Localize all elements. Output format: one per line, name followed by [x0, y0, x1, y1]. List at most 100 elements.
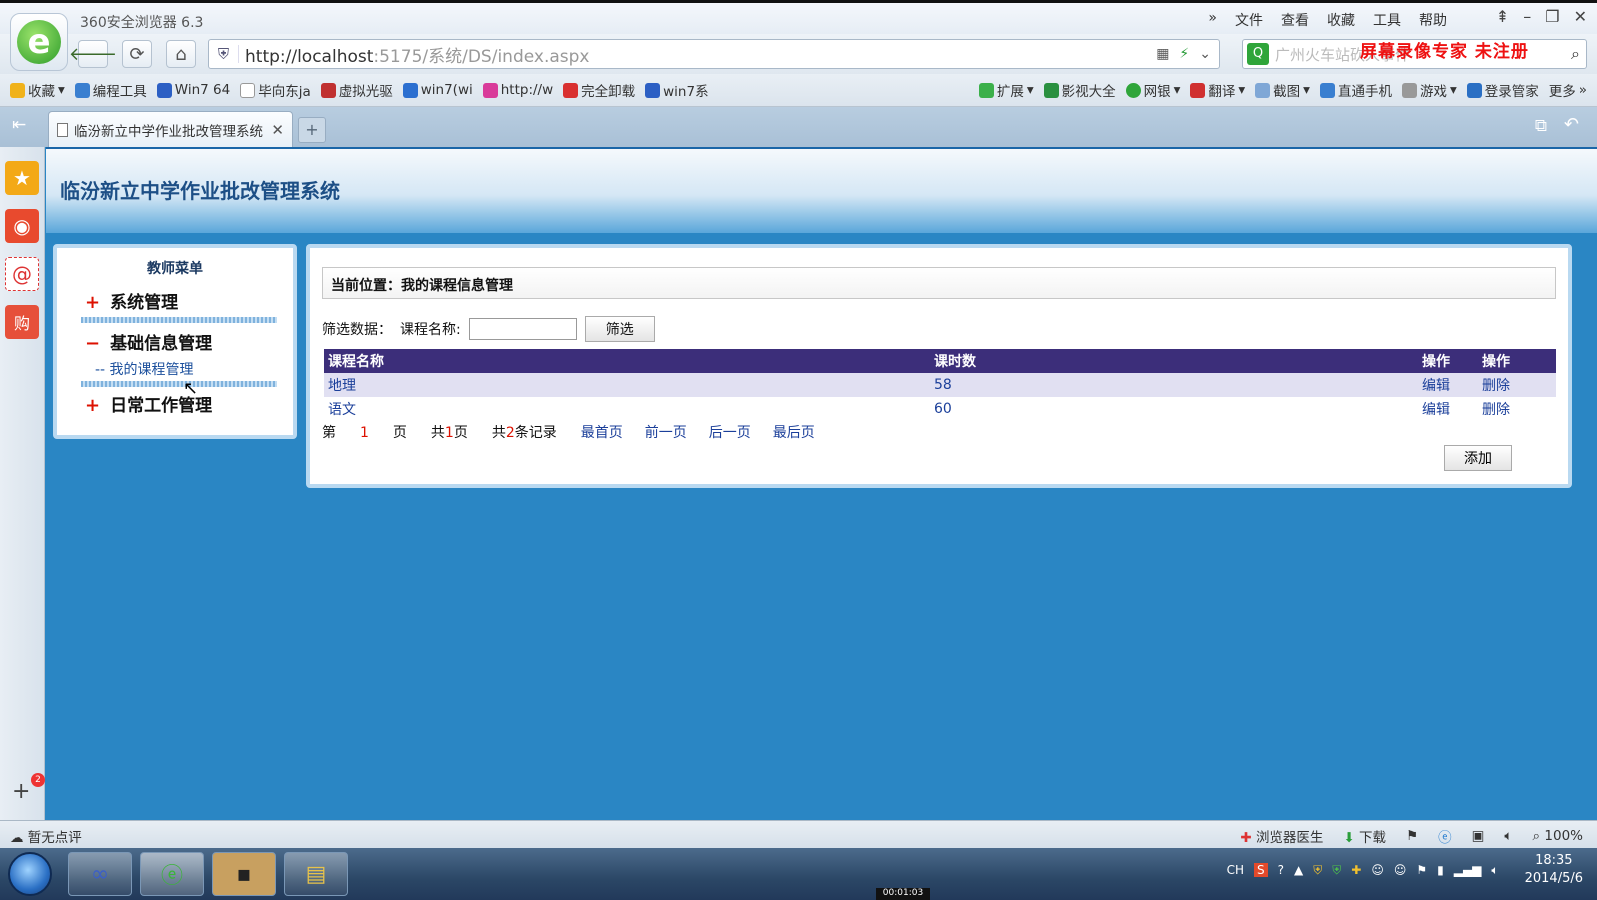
close-tab-icon[interactable]: ✕ [271, 121, 284, 139]
ie-icon[interactable]: ⓔ [1438, 826, 1452, 846]
prev-page-link[interactable]: 前一页 [645, 422, 687, 442]
mail-icon[interactable]: @ [5, 257, 39, 291]
toolbar-translate[interactable]: 翻译 ▾ [1190, 80, 1245, 100]
search-icon[interactable]: ⌕ [1571, 44, 1580, 64]
flag-tray-icon[interactable]: ⚑ [1416, 863, 1427, 877]
toolbar-bank[interactable]: 网银 ▾ [1125, 80, 1180, 100]
status-comment[interactable]: ☁ 暂无点评 [10, 826, 82, 846]
pager-text: 共 [491, 425, 506, 441]
refresh-icon[interactable]: ⟳ [122, 40, 152, 68]
toolbar-video[interactable]: 影视大全 [1043, 80, 1116, 100]
skin-icon[interactable]: ⇞ [1496, 7, 1509, 26]
page-icon [57, 122, 68, 137]
gamepad-icon [1401, 82, 1417, 98]
search-engine-icon[interactable]: Q [1247, 43, 1269, 65]
favorites-star-icon[interactable]: ★ [5, 161, 39, 195]
toolbar-label: 截图 [1273, 84, 1301, 100]
filter-button[interactable]: 筛选 [584, 316, 655, 342]
network-icon[interactable]: ▮ [1437, 863, 1444, 877]
menu-item-my-courses[interactable]: -- 我的课程管理 [95, 359, 194, 379]
restore-tab-icon[interactable]: ⧉ [1535, 116, 1547, 136]
bookmark-item[interactable]: win7系 [645, 80, 709, 100]
delete-link[interactable]: 删除 [1482, 402, 1510, 418]
home-icon[interactable]: ⌂ [166, 40, 196, 68]
taskbar-app-recorder[interactable]: ▪ [212, 852, 276, 896]
window-icon[interactable]: ▣ [1472, 828, 1485, 844]
help-icon[interactable]: ? [1278, 863, 1284, 877]
ime-indicator[interactable]: CH [1227, 863, 1244, 877]
speaker-icon[interactable]: 🔈︎ [1491, 863, 1498, 878]
menu-group-basic-info[interactable]: − 基础信息管理 [85, 329, 212, 354]
qr-code-icon[interactable]: ▦ [1156, 46, 1169, 62]
toolbar-extensions[interactable]: 扩展 ▾ [978, 80, 1034, 100]
signal-icon[interactable]: ▂▄▆ [1454, 863, 1482, 877]
delete-link[interactable]: 删除 [1482, 378, 1510, 394]
tab-active[interactable]: 临汾新立中学作业批改管理系统 ✕ [48, 111, 293, 147]
up-arrow-icon[interactable]: ▲ [1294, 863, 1303, 877]
bookmark-favorites[interactable]: 收藏 ▾ [10, 80, 65, 100]
menu-group-system[interactable]: + 系统管理 [85, 288, 178, 313]
toolbar-screenshot[interactable]: 截图 ▾ [1255, 80, 1310, 100]
qq-icon[interactable]: ☺ [1371, 863, 1384, 877]
pager-text: 页 [392, 425, 407, 441]
taskbar-app-explorer[interactable]: ▤ [284, 852, 348, 896]
toolbar-phone[interactable]: 直通手机 [1319, 80, 1392, 100]
clock[interactable]: 18:35 2014/5/6 [1525, 852, 1583, 888]
shield-tray-icon[interactable]: ⛨ [1313, 863, 1322, 878]
taskbar-app-360-browser[interactable]: ⓔ [140, 852, 204, 896]
first-page-link[interactable]: 最首页 [581, 422, 623, 442]
download[interactable]: ⬇ 下载 [1343, 826, 1386, 846]
bookmark-item[interactable]: 虚拟光驱 [320, 80, 393, 100]
toolbar-label: 影视大全 [1061, 84, 1116, 100]
bookmark-item[interactable]: win7(wi [402, 82, 473, 98]
toolbar-games[interactable]: 游戏 ▾ [1401, 80, 1457, 100]
add-sidebar-icon[interactable]: + [12, 779, 30, 804]
restore-button[interactable]: ❐ [1545, 7, 1559, 26]
bookmark-item[interactable]: http://w [482, 82, 553, 98]
security-icon[interactable]: ⛨ [1332, 863, 1341, 878]
new-tab-button[interactable]: + [298, 117, 326, 143]
browser-menu: » 文件 查看 收藏 工具 帮助 [1208, 10, 1447, 30]
sidebar-toggle-icon[interactable]: ⇤ [12, 115, 26, 135]
current-page: 第 1 页 [322, 422, 407, 442]
bookmark-item[interactable]: 编程工具 [74, 80, 147, 100]
browser-doctor[interactable]: ✚ 浏览器医生 [1240, 826, 1323, 846]
bookmark-item[interactable]: Win7 64 [156, 82, 230, 98]
menu-view[interactable]: 查看 [1281, 10, 1309, 30]
back-icon[interactable]: 🡐 [69, 40, 117, 68]
zoom[interactable]: ⌕ 100% [1533, 828, 1583, 844]
toolbar-login[interactable]: 登录管家 [1466, 80, 1539, 100]
add-button[interactable]: 添加 [1444, 445, 1512, 471]
menu-file[interactable]: 文件 [1235, 10, 1263, 30]
qq-icon-2[interactable]: ☺ [1394, 863, 1407, 877]
sogou-icon[interactable]: S [1253, 863, 1268, 877]
chevron-down-icon[interactable]: ⌄ [1199, 46, 1211, 62]
menu-help[interactable]: 帮助 [1419, 10, 1447, 30]
menu-more[interactable]: » [1208, 10, 1217, 30]
flag-icon[interactable]: ⚑ [1406, 828, 1418, 844]
weibo-icon[interactable]: ◉ [5, 209, 39, 243]
course-name-input[interactable] [468, 318, 577, 340]
lightning-icon[interactable]: ⚡ [1179, 46, 1189, 62]
volume-icon[interactable]: 🔈︎ [1504, 828, 1512, 844]
bookmark-item[interactable]: 毕向东ja [240, 80, 311, 100]
delete-cell: 删除 [1478, 397, 1556, 421]
minimize-button[interactable]: – [1523, 7, 1531, 26]
close-button[interactable]: ✕ [1574, 7, 1587, 26]
edit-link[interactable]: 编辑 [1422, 378, 1450, 394]
shopping-icon[interactable]: 购 [5, 305, 39, 339]
collapse-icon: − [85, 333, 101, 354]
menu-favorites[interactable]: 收藏 [1327, 10, 1355, 30]
start-button[interactable] [8, 852, 52, 896]
toolbar-more[interactable]: 更多 » [1549, 80, 1587, 100]
address-bar[interactable]: ⛨ http://localhost:5175/系统/DS/index.aspx… [208, 39, 1220, 69]
taskbar-app-infinity[interactable]: ∞ [68, 852, 132, 896]
menu-tools[interactable]: 工具 [1373, 10, 1401, 30]
bookmark-item[interactable]: 完全卸载 [563, 80, 635, 100]
undo-close-icon[interactable]: ↶ [1564, 114, 1579, 135]
total-pages-number: 1 [444, 425, 454, 441]
next-page-link[interactable]: 后一页 [709, 422, 751, 442]
edit-link[interactable]: 编辑 [1422, 402, 1450, 418]
plus-tray-icon[interactable]: ✚ [1351, 863, 1361, 877]
last-page-link[interactable]: 最后页 [773, 422, 815, 442]
